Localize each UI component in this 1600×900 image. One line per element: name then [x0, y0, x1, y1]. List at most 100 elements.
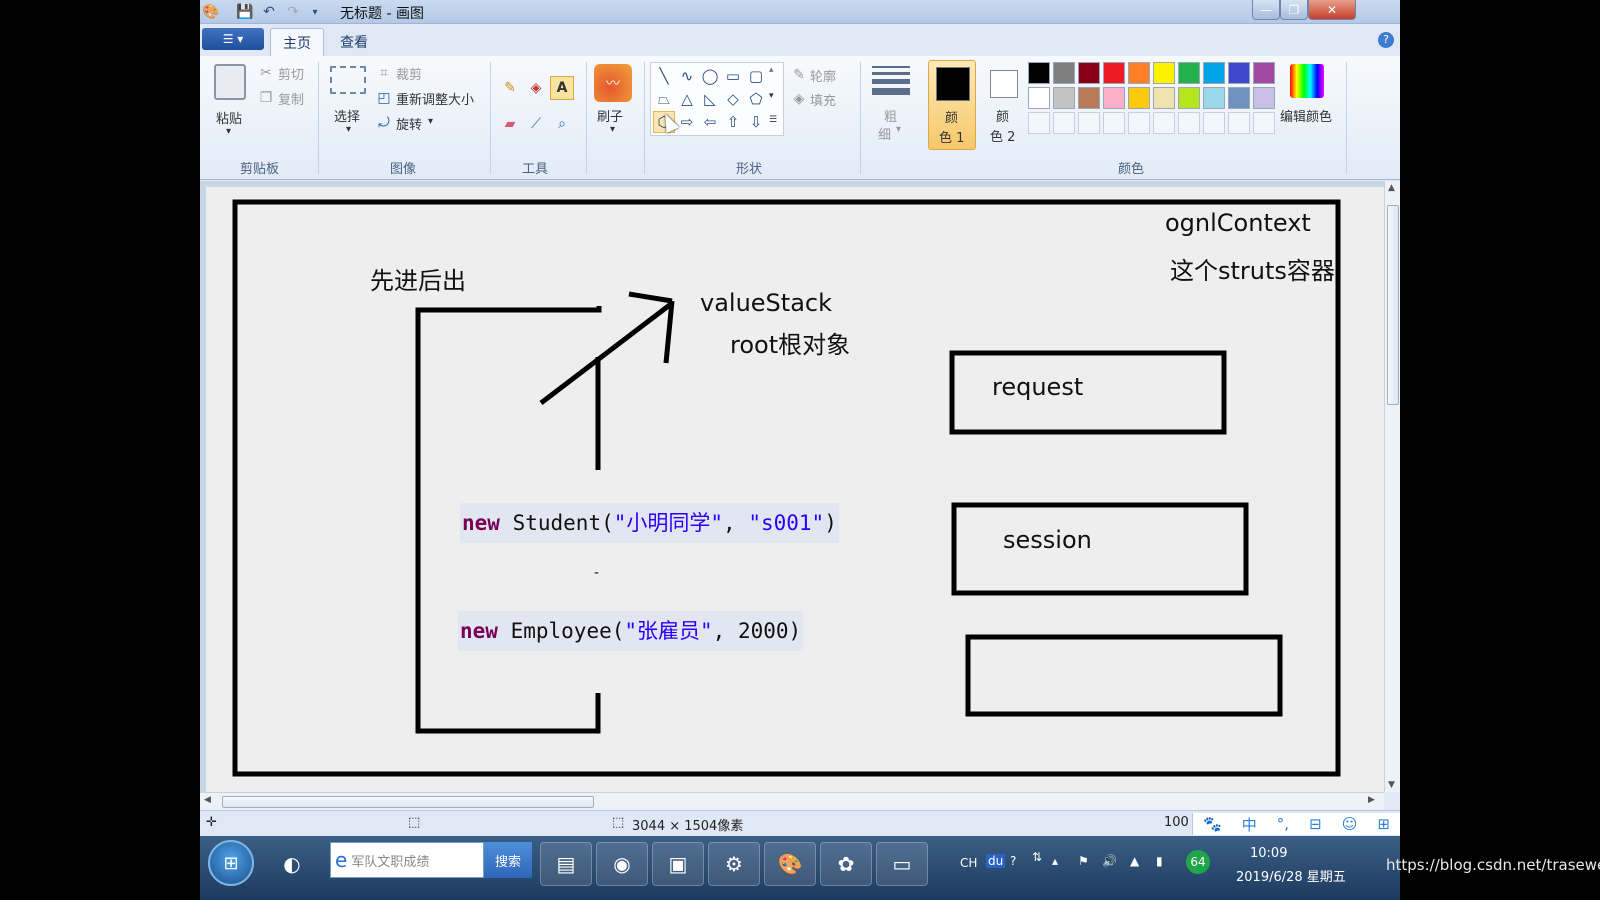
paste-icon[interactable] [214, 64, 246, 100]
color-swatch[interactable] [1153, 87, 1175, 109]
chrome-icon[interactable]: ◉ [596, 842, 648, 886]
color-swatch[interactable] [1128, 87, 1150, 109]
color-swatch[interactable] [1253, 62, 1275, 84]
crop-button[interactable]: 裁剪 [396, 64, 422, 83]
java-ee-ide-icon[interactable]: ⚙ [708, 842, 760, 886]
color-swatch[interactable] [1128, 62, 1150, 84]
resize-button[interactable]: 重新调整大小 [396, 89, 474, 108]
color-swatch[interactable] [1228, 87, 1250, 109]
up-arrow-shape-icon[interactable]: ⇧ [722, 111, 744, 133]
tray-battery-icon[interactable]: ▮ [1156, 854, 1163, 868]
color-swatch[interactable] [1253, 87, 1275, 109]
color-swatch[interactable] [1253, 112, 1275, 134]
ime-chinese-mode[interactable]: 中 [1242, 814, 1257, 835]
fill-button[interactable]: 填充 [810, 90, 836, 109]
edit-colors-button[interactable]: 编辑颜色 [1280, 106, 1332, 125]
oval-shape-icon[interactable]: ◯ [699, 65, 721, 87]
color-swatch[interactable] [1153, 62, 1175, 84]
tray-network-icon[interactable]: ⇅ [1032, 850, 1042, 864]
zoom-level[interactable]: 100 [1164, 815, 1189, 830]
tray-help-icon[interactable]: ? [1010, 854, 1016, 868]
tray-badge[interactable]: 64 [1186, 850, 1210, 874]
cut-button[interactable]: 剪切 [278, 64, 304, 83]
color-swatch[interactable] [1178, 87, 1200, 109]
left-arrow-shape-icon[interactable]: ⇦ [699, 111, 721, 133]
color-swatch[interactable] [1053, 87, 1075, 109]
ime-toolbar[interactable]: 🐾 中 °, ⊟ ☺ ⊞ [1192, 813, 1400, 835]
tab-view[interactable]: 查看 [328, 28, 380, 56]
color-swatch[interactable] [1028, 62, 1050, 84]
redo-icon[interactable]: ↷ [284, 3, 302, 21]
paint-app-icon[interactable]: 🎨 [202, 3, 220, 21]
close-button[interactable]: ✕ [1308, 0, 1356, 20]
clock-time[interactable]: 10:09 [1250, 846, 1287, 861]
tray-flag-icon[interactable]: ⚑ [1078, 854, 1089, 868]
shapes-scroll-down-icon[interactable]: ▾ [769, 91, 774, 101]
diamond-shape-icon[interactable]: ◇ [722, 88, 744, 110]
resize-icon[interactable]: ◰ [376, 89, 392, 107]
taskbar-search-input[interactable]: e 军队文职成绩 [330, 842, 484, 878]
color-picker-icon[interactable]: ⟋ [524, 112, 548, 136]
shapes-expand-icon[interactable]: ☰ [769, 115, 777, 125]
color1-selector[interactable]: 颜 色 1 [928, 60, 976, 150]
clock-date[interactable]: 2019/6/28 星期五 [1236, 866, 1346, 885]
tab-home[interactable]: 主页 [270, 28, 324, 56]
drawing-canvas[interactable]: ognlContext 这个struts容器 先进后出 valueStack r… [206, 110, 1384, 792]
line-shape-icon[interactable]: ╲ [653, 65, 675, 87]
pencil-icon[interactable]: ✎ [498, 76, 522, 100]
color-swatch[interactable] [1078, 87, 1100, 109]
save-icon[interactable]: 💾 [236, 3, 254, 21]
select-button[interactable]: 选择 [334, 106, 360, 125]
tray-expand-icon[interactable]: ▴ [1052, 854, 1058, 868]
paste-button[interactable]: 粘贴 [216, 108, 242, 127]
screen-icon[interactable]: ▭ [876, 842, 928, 886]
color-swatch[interactable] [1103, 87, 1125, 109]
start-button[interactable]: ⊞ [208, 840, 254, 886]
rotate-button[interactable]: 旋转 [396, 114, 422, 133]
color2-selector[interactable]: 颜 色 2 [982, 60, 1026, 150]
fill-icon[interactable]: ◈ [790, 90, 808, 108]
color-swatch[interactable] [1103, 112, 1125, 134]
polygon-shape-icon[interactable]: ⏢ [653, 88, 675, 110]
help-icon[interactable]: ? [1378, 32, 1394, 48]
size-icon[interactable] [872, 66, 910, 100]
select-dropdown-icon[interactable]: ▾ [346, 124, 351, 135]
rotate-dropdown-icon[interactable]: ▾ [428, 116, 433, 127]
copy-button[interactable]: 复制 [278, 89, 304, 108]
vertical-scroll-thumb[interactable] [1387, 205, 1399, 405]
text-tool-icon[interactable]: A [550, 76, 574, 100]
tray-signal-icon[interactable]: ▲ [1130, 854, 1139, 868]
color-swatch[interactable] [1203, 87, 1225, 109]
scroll-right-icon[interactable]: ▶ [1368, 795, 1375, 805]
size-label-top[interactable]: 粗 [884, 106, 897, 125]
paste-dropdown-icon[interactable]: ▾ [226, 126, 231, 137]
scroll-up-icon[interactable]: ▲ [1388, 183, 1395, 193]
shapes-scroll-up-icon[interactable]: ▴ [769, 65, 774, 75]
brush-icon[interactable]: 〰 [594, 64, 632, 102]
down-arrow-shape-icon[interactable]: ⇩ [745, 111, 767, 133]
app-swirl-icon[interactable]: ✿ [820, 842, 872, 886]
tray-language[interactable]: CH [960, 856, 977, 870]
crop-icon[interactable]: ⌗ [376, 64, 392, 82]
color-swatch[interactable] [1103, 62, 1125, 84]
rotate-icon[interactable]: ⤾ [376, 114, 392, 132]
color-swatch[interactable] [1078, 112, 1100, 134]
undo-icon[interactable]: ↶ [260, 3, 278, 21]
cut-icon[interactable]: ✂ [258, 64, 274, 82]
color-swatch[interactable] [1053, 62, 1075, 84]
size-label-bottom[interactable]: 细 [878, 124, 891, 143]
triangle-shape-icon[interactable]: △ [676, 88, 698, 110]
ime-grid-icon[interactable]: ⊞ [1377, 815, 1390, 833]
color-swatch[interactable] [1203, 112, 1225, 134]
ime-toolbox-icon[interactable]: ⊟ [1309, 815, 1322, 833]
brush-dropdown-icon[interactable]: ▾ [610, 124, 615, 135]
pentagon-shape-icon[interactable]: ⬠ [745, 88, 767, 110]
color-swatch[interactable] [1178, 62, 1200, 84]
ime-paw-icon[interactable]: 🐾 [1203, 815, 1222, 833]
curve-shape-icon[interactable]: ∿ [676, 65, 698, 87]
edit-colors-icon[interactable] [1290, 64, 1324, 98]
eraser-icon[interactable]: ▰ [498, 112, 522, 136]
file-explorer-icon[interactable]: ▤ [540, 842, 592, 886]
customize-toolbar-icon[interactable]: ▾ [306, 3, 324, 21]
color-swatch[interactable] [1228, 112, 1250, 134]
